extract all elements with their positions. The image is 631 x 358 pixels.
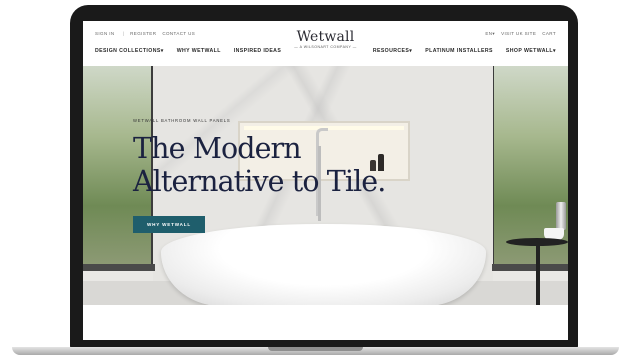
headline-line: The Modern: [133, 132, 302, 165]
hero-section: WETWALL BATHROOM WALL PANELS The Modern …: [83, 66, 568, 305]
nav-resources[interactable]: RESOURCES▾: [373, 48, 412, 54]
nav-inspired-ideas[interactable]: INSPIRED IDEAS: [234, 48, 281, 54]
headline-line: Alternative to Tile.: [133, 165, 386, 198]
nav-design-collections[interactable]: DESIGN COLLECTIONS▾: [95, 48, 164, 54]
laptop-notch: [268, 347, 363, 351]
hero-eyebrow: WETWALL BATHROOM WALL PANELS: [133, 118, 231, 123]
nav-platinum-installers[interactable]: PLATINUM INSTALLERS: [425, 48, 493, 54]
browser-screen: SIGN IN | REGISTER CONTACT US EN▾ VISIT UK S…: [83, 21, 568, 340]
bathtub: [161, 224, 486, 305]
main-nav-right: RESOURCES▾ PLATINUM INSTALLERS SHOP WETWAL…: [360, 48, 556, 54]
nav-why-wetwall[interactable]: WHY WETWALL: [177, 48, 221, 54]
main-nav-left: DESIGN COLLECTIONS▾ WHY WETWALL INSPIRED I…: [95, 48, 294, 54]
side-table: [506, 238, 568, 305]
wetwall-logo[interactable]: Wetwall — A WILSONART COMPANY —: [83, 30, 568, 49]
why-wetwall-button[interactable]: WHY WETWALL: [133, 216, 205, 233]
hero-headline: The Modern Alternative to Tile.: [133, 132, 386, 198]
nav-shop-wetwall[interactable]: SHOP WETWALL▾: [506, 48, 556, 54]
french-press: [556, 202, 566, 230]
table-leg: [536, 243, 540, 305]
window-sill-left: [83, 264, 155, 271]
logo-wordmark: Wetwall: [296, 29, 355, 45]
